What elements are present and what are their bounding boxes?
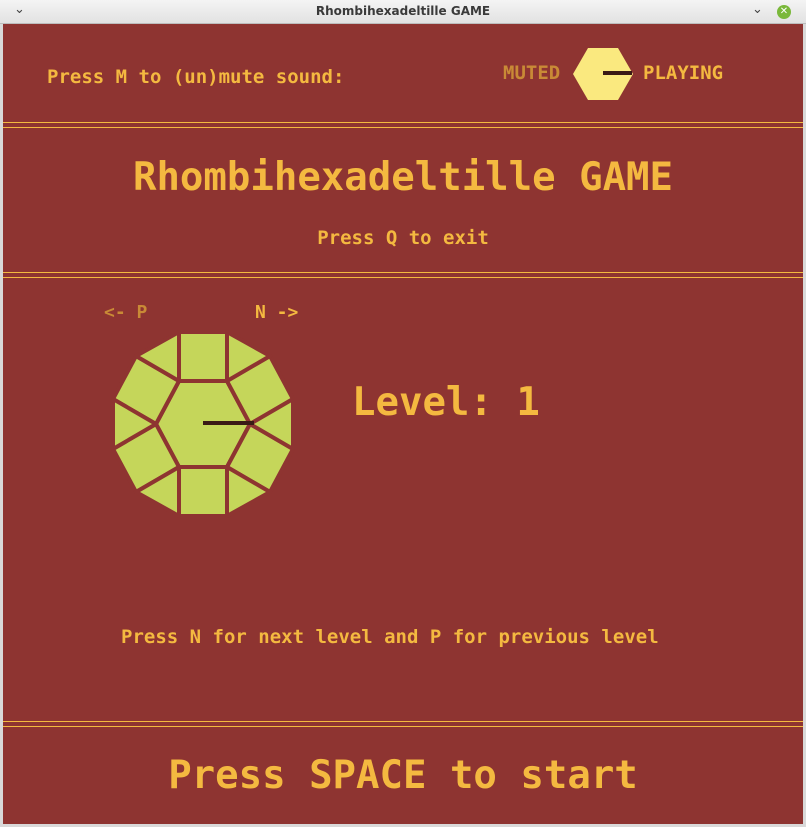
divider-3 <box>3 721 803 727</box>
playing-label: PLAYING <box>643 62 724 84</box>
window-titlebar: ⌄ Rhombihexadeltille GAME ⌄ ✕ <box>0 0 806 24</box>
prev-level-label: <- P <box>104 302 148 323</box>
board-tile-top <box>177 330 229 383</box>
window-frame-left <box>0 24 3 827</box>
board-tile-bottom <box>177 465 229 518</box>
level-navigation-hint: Press N for next level and P for previou… <box>121 626 659 648</box>
divider-2 <box>3 272 803 278</box>
window-title: Rhombihexadeltille GAME <box>315 4 491 18</box>
level-preview-board[interactable] <box>104 327 302 521</box>
sound-toggle-hexagon[interactable] <box>572 47 634 101</box>
window-minimize-button[interactable]: ⌄ <box>752 2 763 17</box>
game-title: Rhombihexadeltille GAME <box>132 155 674 200</box>
muted-label: MUTED <box>503 62 561 84</box>
exit-hint: Press Q to exit <box>317 227 489 249</box>
window-close-button[interactable]: ✕ <box>777 5 791 19</box>
next-level-label: N -> <box>255 302 299 323</box>
start-hint: Press SPACE to start <box>168 753 638 798</box>
divider-1 <box>3 122 803 128</box>
mute-prompt: Press M to (un)mute sound: <box>47 66 345 88</box>
level-indicator: Level: 1 <box>352 380 540 425</box>
